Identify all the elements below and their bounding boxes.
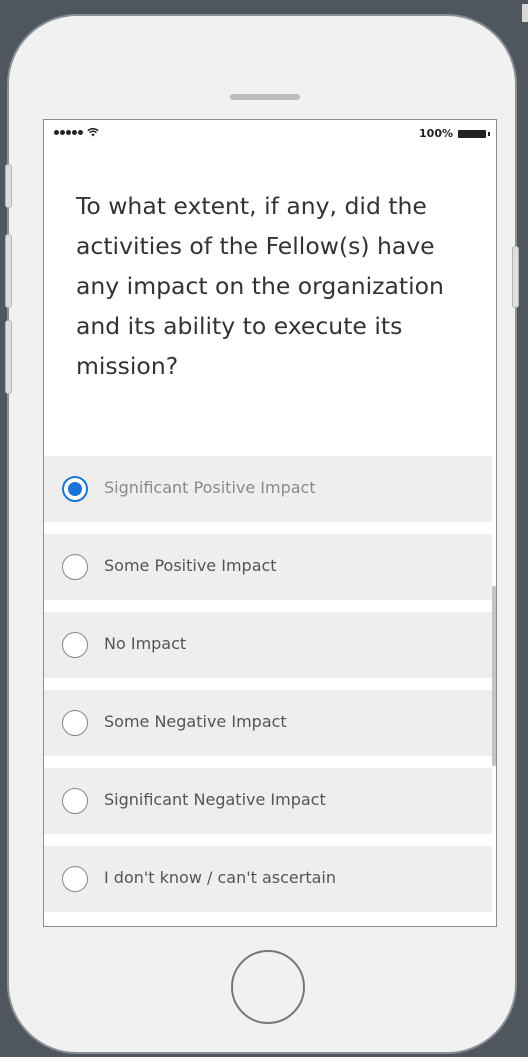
phone-screen: 100% To what extent, if any, did the act…: [43, 119, 497, 927]
answer-option-label: Some Negative Impact: [104, 712, 287, 731]
volume-down-button: [5, 320, 12, 394]
answer-option-label: Some Positive Impact: [104, 556, 277, 575]
volume-up-button: [5, 234, 12, 308]
wifi-icon: [87, 128, 99, 137]
battery-percent: 100%: [419, 127, 453, 140]
answer-option-label: No Impact: [104, 634, 187, 653]
answer-option[interactable]: Significant Positive Impact: [44, 456, 492, 522]
radio-unchecked-icon[interactable]: [62, 866, 88, 892]
answer-option[interactable]: Some Negative Impact: [44, 690, 492, 756]
mute-switch: [5, 164, 12, 208]
radio-checked-icon[interactable]: [62, 476, 88, 502]
radio-unchecked-icon[interactable]: [62, 632, 88, 658]
battery-icon: [458, 129, 490, 138]
status-bar: 100%: [44, 120, 496, 146]
answer-option[interactable]: I don't know / can't ascertain: [44, 846, 492, 912]
answer-option-label: Significant Negative Impact: [104, 790, 326, 809]
battery-indicator: 100%: [419, 127, 490, 140]
speaker-grille: [230, 94, 300, 100]
signal-dots-icon: [54, 130, 83, 135]
answer-option-label: I don't know / can't ascertain: [104, 868, 337, 887]
answer-options: Significant Positive Impact Some Positive…: [44, 456, 492, 924]
answer-option[interactable]: Significant Negative Impact: [44, 768, 492, 834]
corner-badge: [522, 4, 528, 22]
home-button[interactable]: [231, 950, 305, 1024]
survey-question: To what extent, if any, did the activiti…: [76, 192, 444, 380]
answer-option-label: Significant Positive Impact: [104, 478, 316, 497]
radio-unchecked-icon[interactable]: [62, 554, 88, 580]
scrollbar[interactable]: [492, 586, 496, 766]
signal-strength: [54, 128, 99, 137]
phone-frame: 100% To what extent, if any, did the act…: [5, 14, 519, 1054]
power-button: [512, 246, 519, 308]
answer-option[interactable]: No Impact: [44, 612, 492, 678]
radio-unchecked-icon[interactable]: [62, 710, 88, 736]
answer-option[interactable]: Some Positive Impact: [44, 534, 492, 600]
radio-unchecked-icon[interactable]: [62, 788, 88, 814]
